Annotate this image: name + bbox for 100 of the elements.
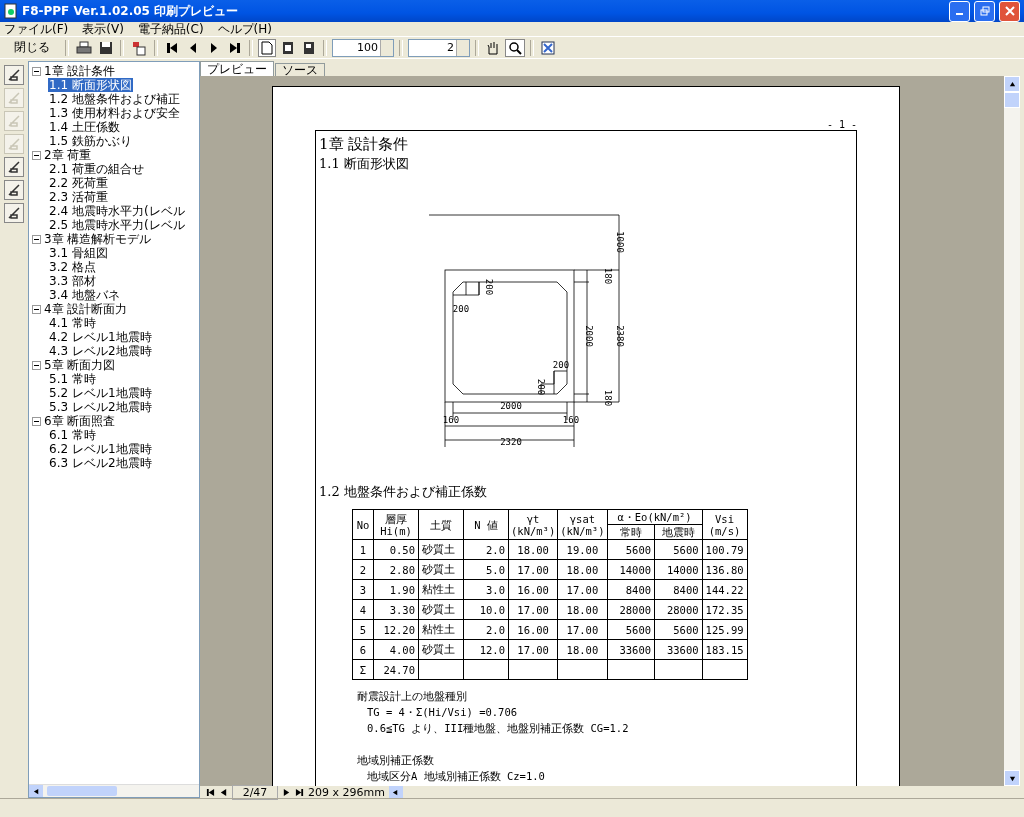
last-page-icon bbox=[295, 787, 304, 797]
tree-item[interactable]: 6.3 レベル2地震時 bbox=[48, 456, 153, 470]
dimension-label: 160 bbox=[442, 415, 460, 425]
tree-item[interactable]: 2.1 荷重の組合せ bbox=[48, 162, 145, 176]
table-header: 地震時 bbox=[654, 524, 703, 540]
tree-item[interactable]: 2.5 地震時水平力(レベル bbox=[48, 218, 186, 232]
collapse-icon[interactable] bbox=[32, 304, 41, 314]
side-tool-button[interactable] bbox=[4, 65, 24, 85]
tree-item[interactable]: 4.2 レベル1地震時 bbox=[48, 330, 153, 344]
tree-item[interactable]: 1.5 鉄筋かぶり bbox=[48, 134, 133, 148]
tree-item[interactable]: 2.2 死荷重 bbox=[48, 176, 109, 190]
tree-item[interactable]: 2章 荷重 bbox=[43, 148, 93, 162]
tree-item[interactable]: 6.1 常時 bbox=[48, 428, 97, 442]
dimension-label: 2380 bbox=[615, 325, 625, 347]
side-tool-button[interactable] bbox=[4, 157, 24, 177]
tree-item[interactable]: 3.1 骨組図 bbox=[48, 246, 109, 260]
single-page-icon[interactable] bbox=[258, 38, 276, 57]
table-cell: 6 bbox=[352, 639, 374, 660]
tree-item[interactable]: 1.4 土圧係数 bbox=[48, 120, 121, 134]
horizontal-scrollbar[interactable] bbox=[29, 784, 199, 797]
tree-item[interactable]: 3.4 地盤バネ bbox=[48, 288, 121, 302]
collapse-icon[interactable] bbox=[32, 66, 41, 76]
table-cell: 17.00 bbox=[557, 579, 608, 600]
tab[interactable]: ソース bbox=[275, 63, 325, 76]
table-cell: 粘性土 bbox=[418, 619, 464, 640]
tab[interactable]: プレビュー bbox=[200, 61, 274, 76]
note-text: 地域区分A 地域別補正係数 Cz=1.0 bbox=[366, 769, 546, 784]
table-cell: 5600 bbox=[607, 619, 655, 640]
scroll-up-button[interactable] bbox=[1004, 76, 1020, 92]
table-cell: 12.0 bbox=[463, 639, 509, 660]
print-icon[interactable] bbox=[74, 38, 94, 57]
scroll-thumb[interactable] bbox=[1004, 92, 1020, 108]
table-cell: 17.00 bbox=[557, 619, 608, 640]
table-header: Vsi (m/s) bbox=[702, 509, 748, 540]
table-cell: 16.00 bbox=[508, 579, 558, 600]
menu-item[interactable]: ヘルプ(H) bbox=[217, 20, 272, 38]
table-cell: 18.00 bbox=[557, 639, 608, 660]
tree-item[interactable]: 6.2 レベル1地震時 bbox=[48, 442, 153, 456]
collapse-icon[interactable] bbox=[32, 234, 41, 244]
tree-item[interactable]: 5章 断面力図 bbox=[43, 358, 117, 372]
tree-item[interactable]: 1.2 地盤条件および補正 bbox=[48, 92, 181, 106]
down-arrow-icon bbox=[1008, 774, 1016, 782]
dimension-label: 180 bbox=[603, 267, 613, 285]
tree-item[interactable]: 4.1 常時 bbox=[48, 316, 97, 330]
table-cell: 18.00 bbox=[557, 599, 608, 620]
tree-item[interactable]: 2.3 活荷重 bbox=[48, 190, 109, 204]
tree-item[interactable]: 5.2 レベル1地震時 bbox=[48, 386, 153, 400]
tree-item[interactable]: 2.4 地震時水平力(レベル bbox=[48, 204, 186, 218]
close-button[interactable] bbox=[999, 0, 1020, 22]
tree-item[interactable]: 3.3 部材 bbox=[48, 274, 97, 288]
table-cell: 100.79 bbox=[702, 539, 748, 560]
collapse-icon[interactable] bbox=[32, 150, 41, 160]
scroll-down-button[interactable] bbox=[1004, 770, 1020, 786]
side-tool-button[interactable] bbox=[4, 180, 24, 200]
tree-item[interactable]: 3.2 格点 bbox=[48, 260, 97, 274]
dimension-label: 200 bbox=[484, 278, 494, 296]
tree-item[interactable]: 6章 断面照査 bbox=[43, 414, 117, 428]
magnifier-icon[interactable] bbox=[505, 38, 525, 57]
table-header: 層厚 Hi(m) bbox=[373, 509, 419, 540]
table-cell: 136.80 bbox=[702, 559, 748, 580]
table-cell: 24.70 bbox=[373, 659, 419, 680]
table-header: 常時 bbox=[607, 524, 655, 540]
fit-icon[interactable] bbox=[539, 38, 557, 57]
zoom-field[interactable]: 100 bbox=[332, 38, 394, 57]
table-cell: 28000 bbox=[654, 599, 703, 620]
table-cell: 5600 bbox=[654, 619, 703, 640]
collapse-icon[interactable] bbox=[32, 416, 41, 426]
minimize-button[interactable] bbox=[949, 0, 970, 22]
table-cell: 10.0 bbox=[463, 599, 509, 620]
tree-item[interactable]: 5.1 常時 bbox=[48, 372, 97, 386]
page-field[interactable]: 2 bbox=[408, 38, 470, 57]
scroll-left-button[interactable] bbox=[388, 786, 403, 798]
side-tool-button[interactable] bbox=[4, 203, 24, 223]
menu-item[interactable]: 表示(V) bbox=[82, 20, 124, 38]
close-preview-button[interactable]: 閉じる bbox=[4, 38, 60, 57]
collapse-icon[interactable] bbox=[32, 360, 41, 370]
chapter-heading: 1章 設計条件 bbox=[319, 135, 410, 155]
tree-item[interactable]: 5.3 レベル2地震時 bbox=[48, 400, 153, 414]
tree-item[interactable]: 1章 設計条件 bbox=[43, 64, 117, 78]
menu-item[interactable]: 電子納品(C) bbox=[137, 20, 204, 38]
table-header: 土質 bbox=[418, 509, 464, 540]
tree-item[interactable]: 4章 設計断面力 bbox=[43, 302, 129, 316]
page-number: - 1 - bbox=[826, 119, 857, 130]
menu-item[interactable]: ファイル(F) bbox=[4, 20, 69, 38]
tree-item[interactable]: 4.3 レベル2地震時 bbox=[48, 344, 153, 358]
note-text: 0.6≦TG より、III種地盤、地盤別補正係数 CG=1.2 bbox=[366, 721, 630, 736]
tree-item[interactable]: 1.1 断面形状図 bbox=[48, 78, 133, 92]
dimension-label: 2320 bbox=[500, 437, 522, 447]
note-heading: 耐震設計上の地盤種別 bbox=[357, 689, 468, 704]
table-header: N 値 bbox=[463, 509, 509, 540]
tree-item[interactable]: 1.3 使用材料および安全 bbox=[48, 106, 181, 120]
table-header: No bbox=[352, 509, 374, 540]
table-cell: 18.00 bbox=[557, 559, 608, 580]
vertical-scrollbar[interactable] bbox=[1004, 76, 1020, 786]
tree-item[interactable]: 3章 構造解析モデル bbox=[43, 232, 153, 246]
table-cell: 14000 bbox=[607, 559, 655, 580]
table-cell: 19.00 bbox=[557, 539, 608, 560]
section-heading: 1.2 地盤条件および補正係数 bbox=[319, 483, 488, 501]
restore-icon bbox=[979, 6, 990, 16]
restore-button[interactable] bbox=[974, 0, 995, 22]
